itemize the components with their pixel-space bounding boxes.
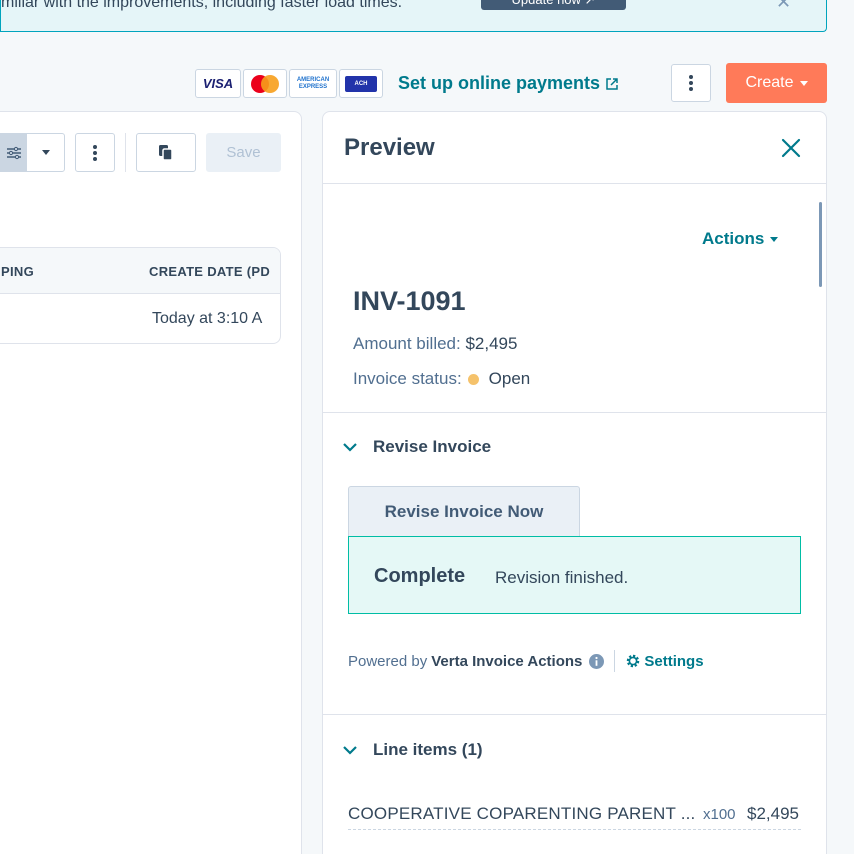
completion-alert: Complete Revision finished. — [348, 536, 801, 614]
table-row-create-date[interactable]: Today at 3:10 A — [152, 310, 262, 328]
create-label: Create — [745, 74, 794, 91]
preview-title: Preview — [344, 134, 435, 161]
visa-label: VISA — [202, 76, 234, 91]
completion-message: Revision finished. — [495, 568, 629, 587]
line-item-name: COOPERATIVE COPARENTING PARENT ... — [348, 804, 696, 823]
settings-label: Settings — [644, 652, 704, 670]
setup-online-payments-link[interactable]: Set up online payments — [398, 73, 618, 94]
caret-down-icon — [770, 236, 779, 242]
powered-by-divider — [614, 650, 616, 672]
table-more-options-button[interactable] — [75, 133, 115, 172]
invoice-status-label: Invoice status: — [353, 369, 462, 388]
amount-billed-label: Amount billed: — [353, 334, 461, 353]
toolbar-divider — [125, 133, 126, 172]
revise-invoice-now-button[interactable]: Revise Invoice Now — [348, 486, 580, 537]
revise-invoice-section-title: Revise Invoice — [373, 437, 492, 456]
actions-label: Actions — [702, 229, 765, 248]
save-button[interactable]: Save — [206, 133, 281, 172]
external-link-icon — [606, 77, 618, 90]
column-header-create-date[interactable]: CREATE DATE (PD — [149, 264, 270, 279]
invoice-status: Invoice status: Open — [353, 369, 530, 389]
ach-label: ACH — [354, 80, 368, 87]
mastercard-logo — [243, 69, 287, 98]
duplicate-button[interactable] — [136, 133, 196, 172]
column-header-ping[interactable]: PING — [1, 264, 34, 279]
preview-panel: Preview Actions INV-1091 Amount billed: … — [322, 111, 827, 854]
preview-header: Preview — [323, 112, 826, 184]
powered-by-prefix: Powered by — [348, 652, 428, 670]
close-icon[interactable] — [779, 136, 803, 160]
caret-down-icon — [41, 150, 50, 155]
section-divider — [323, 412, 826, 413]
invoice-table: PING CREATE DATE (PD Today at 3:10 A — [0, 247, 281, 344]
kebab-icon — [689, 75, 693, 91]
ach-logo: ACH — [339, 69, 383, 98]
amount-billed-value: $2,495 — [465, 334, 518, 353]
powered-by: Powered by Verta Invoice Actions Setting… — [348, 650, 704, 672]
section-divider — [323, 714, 826, 715]
view-dropdown-button[interactable] — [26, 133, 65, 172]
powered-by-brand: Verta Invoice Actions — [431, 652, 583, 670]
update-banner: miliar with the improvements, including … — [0, 0, 827, 32]
line-items-section-title: Line items (1) — [373, 740, 483, 759]
actions-dropdown[interactable]: Actions — [702, 229, 779, 249]
status-dot-icon — [467, 373, 479, 385]
amount-billed: Amount billed: $2,495 — [353, 334, 517, 354]
kebab-icon — [93, 144, 97, 161]
filter-icon — [6, 146, 21, 159]
visa-logo: VISA — [195, 69, 241, 98]
amex-label: AMERICAN EXPRESS — [296, 76, 330, 90]
setup-online-payments-label: Set up online payments — [398, 73, 601, 93]
banner-text: miliar with the improvements, including … — [1, 0, 403, 11]
settings-link[interactable]: Settings — [625, 652, 704, 670]
invoice-number: INV-1091 — [353, 286, 466, 316]
line-items-section-toggle[interactable]: Line items (1) — [343, 740, 483, 760]
mastercard-icon — [251, 74, 279, 93]
gear-icon — [627, 654, 640, 668]
table-header: PING CREATE DATE (PD — [0, 248, 280, 294]
invoice-status-value: Open — [488, 369, 531, 388]
revise-invoice-section-toggle[interactable]: Revise Invoice — [343, 437, 491, 457]
amex-logo: AMERICAN EXPRESS — [289, 69, 337, 98]
invoice-list-panel — [0, 111, 302, 854]
chevron-down-icon — [343, 443, 357, 452]
copy-icon — [159, 144, 173, 161]
more-options-button[interactable] — [671, 64, 711, 102]
caret-down-icon — [799, 80, 808, 86]
close-icon[interactable]: ✕ — [776, 0, 791, 13]
preview-scrollbar[interactable] — [819, 202, 822, 287]
line-item-quantity: x100 — [703, 806, 736, 823]
chevron-down-icon — [343, 746, 357, 755]
list-item[interactable]: COOPERATIVE COPARENTING PARENT ... x100 … — [348, 804, 801, 830]
line-item-price: $2,495 — [747, 804, 799, 823]
update-now-button[interactable]: Update now ↗ — [481, 0, 626, 10]
create-button[interactable]: Create — [726, 63, 827, 103]
completion-title: Complete — [374, 565, 466, 587]
info-icon[interactable] — [589, 653, 605, 669]
filter-button[interactable] — [0, 133, 27, 172]
